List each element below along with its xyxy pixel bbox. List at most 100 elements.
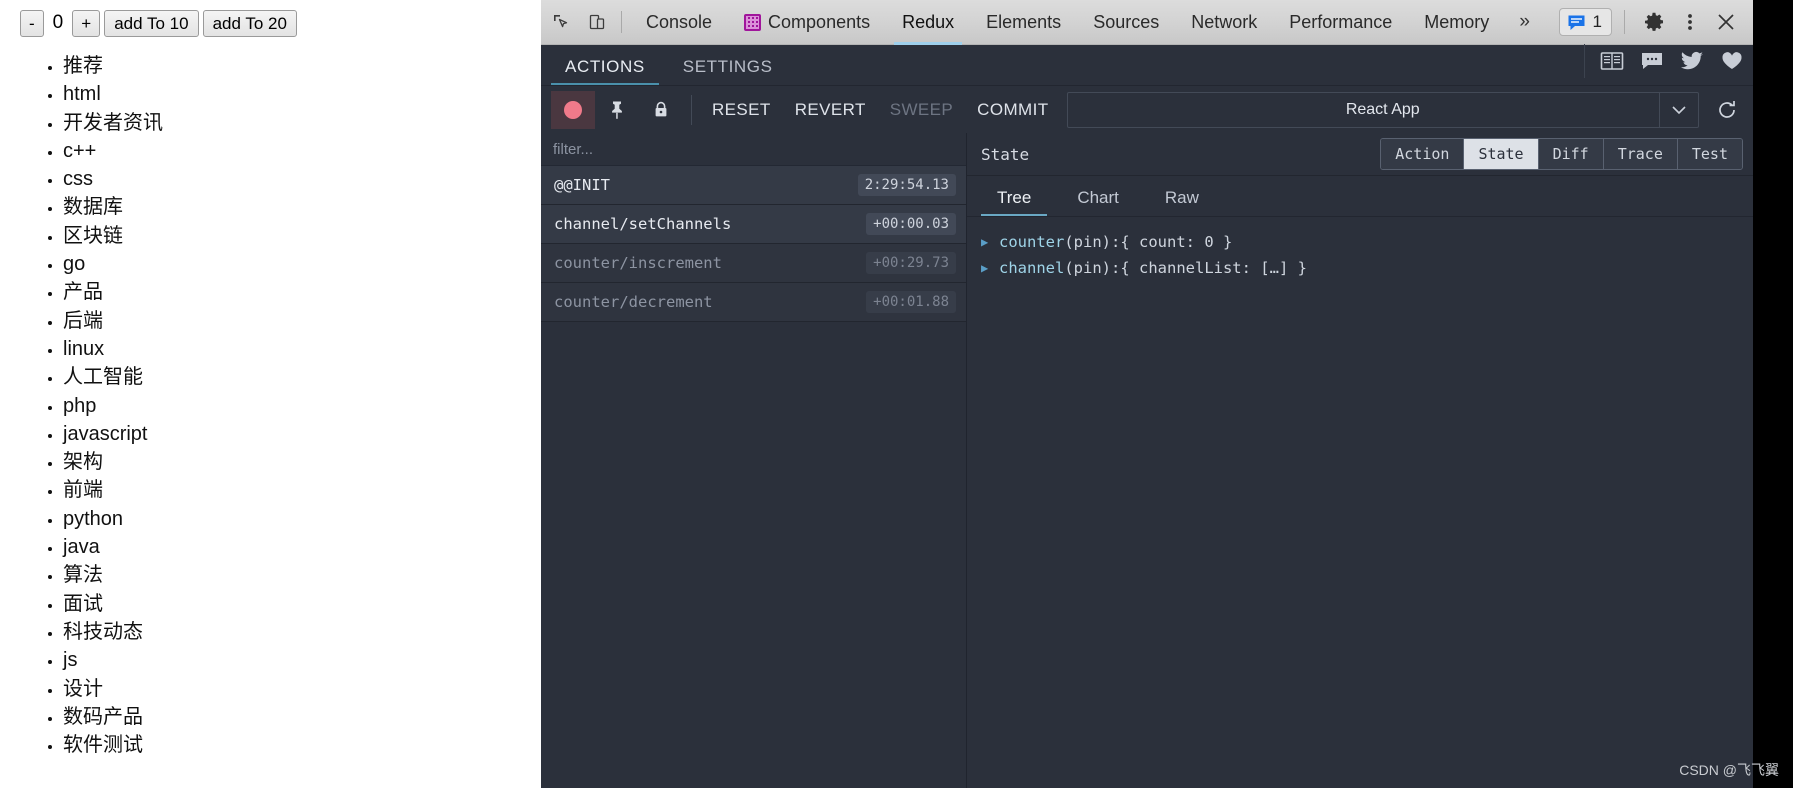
tab-actions[interactable]: ACTIONS xyxy=(551,57,659,85)
lock-icon[interactable] xyxy=(639,91,683,129)
action-name: counter/decrement xyxy=(554,293,713,311)
devtools-tab-elements[interactable]: Elements xyxy=(970,0,1077,45)
state-tree-row[interactable]: ▶ counter (pin): { count: 0 } xyxy=(981,229,1753,255)
topic-item[interactable]: 人工智能 xyxy=(63,363,163,391)
redux-tabs: ACTIONS SETTINGS xyxy=(541,45,1753,86)
devtools-tab-list: Console Components Redux Elements Sources Net… xyxy=(630,0,1505,45)
devtools-tab-sources[interactable]: Sources xyxy=(1077,0,1175,45)
devtools-panel: Console Components Redux Elements Sources Net… xyxy=(541,0,1753,788)
filter-input[interactable]: filter... xyxy=(541,133,966,166)
expand-arrow-icon[interactable]: ▶ xyxy=(981,261,991,275)
topic-item[interactable]: 科技动态 xyxy=(63,618,163,646)
tab-settings[interactable]: SETTINGS xyxy=(669,57,787,85)
topic-item[interactable]: linux xyxy=(63,335,163,363)
topic-item[interactable]: c++ xyxy=(63,137,163,165)
topic-item[interactable]: 推荐 xyxy=(63,52,163,80)
increment-button[interactable]: + xyxy=(72,9,101,37)
add-to-10-button[interactable]: add To 10 xyxy=(104,9,199,37)
topic-item[interactable]: 算法 xyxy=(63,561,163,589)
state-tree-value: { channelList: […] } xyxy=(1120,259,1307,277)
commit-button[interactable]: COMMIT xyxy=(965,100,1060,120)
record-icon[interactable] xyxy=(551,90,595,129)
topic-item[interactable]: go xyxy=(63,250,163,278)
state-subtab-raw[interactable]: Raw xyxy=(1153,188,1211,216)
actions-column: filter... @@INIT 2:29:54.13 channel/setCha… xyxy=(541,133,967,788)
chevron-down-icon[interactable] xyxy=(1659,92,1698,127)
decrement-button[interactable]: - xyxy=(20,9,44,37)
redux-toolbar: RESET REVERT SWEEP COMMIT React App xyxy=(541,86,1753,134)
state-tree: ▶ counter (pin): { count: 0 } ▶ channel (pi… xyxy=(967,217,1753,281)
toolbar-divider-3 xyxy=(691,94,692,125)
topic-item[interactable]: javascript xyxy=(63,420,163,448)
devtools-tabbar-right: 1 xyxy=(1558,5,1753,39)
topic-item[interactable]: 开发者资讯 xyxy=(63,109,163,137)
topic-item[interactable]: css xyxy=(63,165,163,193)
topic-item[interactable]: 架构 xyxy=(63,448,163,476)
sweep-button[interactable]: SWEEP xyxy=(878,100,965,120)
topic-item[interactable]: 数据库 xyxy=(63,193,163,221)
topic-item[interactable]: 产品 xyxy=(63,278,163,306)
topic-item[interactable]: java xyxy=(63,533,163,561)
topic-item[interactable]: 后端 xyxy=(63,307,163,335)
device-toolbar-icon[interactable] xyxy=(581,7,613,37)
state-segment-diff[interactable]: Diff xyxy=(1538,139,1604,169)
topic-item[interactable]: python xyxy=(63,505,163,533)
pin-icon[interactable] xyxy=(595,91,639,129)
devtools-tab-label: Elements xyxy=(986,11,1062,32)
devtools-tab-components[interactable]: Components xyxy=(728,0,886,45)
state-segment-trace[interactable]: Trace xyxy=(1603,139,1678,169)
expand-arrow-icon[interactable]: ▶ xyxy=(981,235,991,249)
state-segment-group: Action State Diff Trace Test xyxy=(1380,138,1743,170)
refresh-icon[interactable] xyxy=(1705,91,1749,129)
toolbar-divider-2 xyxy=(1624,10,1625,34)
chat-icon[interactable] xyxy=(1639,48,1665,74)
topic-item[interactable]: 设计 xyxy=(63,675,163,703)
action-name: counter/inscrement xyxy=(554,254,722,272)
book-icon[interactable] xyxy=(1599,48,1625,74)
close-icon[interactable] xyxy=(1709,5,1743,39)
add-to-20-button[interactable]: add To 20 xyxy=(202,9,297,37)
topic-item[interactable]: js xyxy=(63,646,163,674)
state-subtab-chart[interactable]: Chart xyxy=(1065,188,1131,216)
devtools-tab-redux[interactable]: Redux xyxy=(886,0,970,45)
action-row[interactable]: channel/setChannels +00:00.03 xyxy=(541,205,966,244)
state-segment-action[interactable]: Action xyxy=(1381,139,1465,169)
messages-badge[interactable]: 1 xyxy=(1558,8,1612,36)
topic-item[interactable]: 软件测试 xyxy=(63,731,163,759)
kebab-menu-icon[interactable] xyxy=(1673,5,1707,39)
topic-item[interactable]: html xyxy=(63,80,163,108)
reset-button[interactable]: RESET xyxy=(700,100,783,120)
action-row[interactable]: counter/inscrement +00:29.73 xyxy=(541,244,966,283)
devtools-tab-label: Redux xyxy=(902,11,955,32)
revert-button[interactable]: REVERT xyxy=(783,100,878,120)
state-segment-state[interactable]: State xyxy=(1464,139,1539,169)
action-timestamp: +00:29.73 xyxy=(866,252,956,274)
twitter-icon[interactable] xyxy=(1679,48,1705,74)
devtools-tabbar: Console Components Redux Elements Sources Net… xyxy=(541,0,1753,45)
web-page-pane: - 0 + add To 10 add To 20 推荐html开发者资讯c++… xyxy=(0,0,541,788)
action-timestamp: 2:29:54.13 xyxy=(857,174,956,196)
redux-body: filter... @@INIT 2:29:54.13 channel/setCha… xyxy=(541,133,1753,788)
heart-icon[interactable] xyxy=(1719,48,1745,74)
topic-item[interactable]: php xyxy=(63,392,163,420)
action-timestamp: +00:00.03 xyxy=(866,213,956,235)
topic-list: 推荐html开发者资讯c++css数据库区块链go产品后端linux人工智能ph… xyxy=(0,52,163,759)
more-tabs-icon[interactable]: » xyxy=(1505,11,1544,33)
topic-item[interactable]: 区块链 xyxy=(63,222,163,250)
state-segment-test[interactable]: Test xyxy=(1677,139,1742,169)
action-row[interactable]: @@INIT 2:29:54.13 xyxy=(541,166,966,205)
devtools-tab-console[interactable]: Console xyxy=(630,0,728,45)
react-components-icon xyxy=(744,13,762,31)
devtools-tab-memory[interactable]: Memory xyxy=(1408,0,1505,45)
topic-item[interactable]: 面试 xyxy=(63,590,163,618)
inspect-element-icon[interactable] xyxy=(545,7,577,37)
topic-item[interactable]: 前端 xyxy=(63,476,163,504)
instance-selector[interactable]: React App xyxy=(1066,91,1699,128)
action-row[interactable]: counter/decrement +00:01.88 xyxy=(541,283,966,322)
state-subtab-tree[interactable]: Tree xyxy=(980,188,1048,216)
topic-item[interactable]: 数码产品 xyxy=(63,703,163,731)
devtools-tab-network[interactable]: Network xyxy=(1175,0,1273,45)
state-tree-row[interactable]: ▶ channel (pin): { channelList: […] } xyxy=(981,255,1753,281)
gear-icon[interactable] xyxy=(1637,5,1671,39)
devtools-tab-performance[interactable]: Performance xyxy=(1273,0,1408,45)
